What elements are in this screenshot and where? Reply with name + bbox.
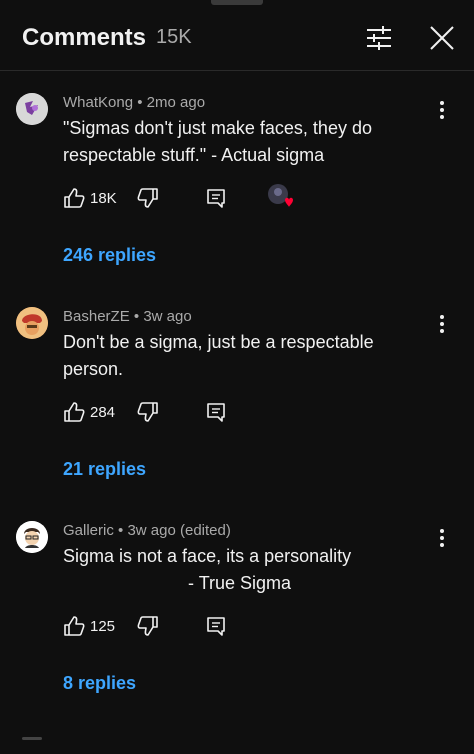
comment-count: 15K [156,26,192,48]
comment-author[interactable]: BasherZE [63,308,130,325]
creator-heart-icon [268,184,293,207]
more-vert-icon [440,315,444,333]
dislike-icon[interactable] [137,401,159,423]
comment-text: Sigma is not a face, its a personality -… [63,546,352,593]
reply-icon[interactable] [205,187,227,209]
like-count: 284 [90,404,116,421]
comment-meta: Galleric • 3w ago (edited) [63,522,231,539]
more-vert-icon [440,101,444,119]
more-options-button[interactable] [432,526,452,550]
like-count: 18K [90,190,117,207]
comment-author[interactable]: WhatKong [63,94,133,111]
like-icon[interactable] [63,615,85,637]
comment-time: 2mo ago [146,94,206,111]
more-options-button[interactable] [432,98,452,122]
avatar-image [16,93,48,125]
view-replies-button[interactable]: 246 replies [63,245,156,266]
avatar[interactable] [16,93,48,125]
reply-icon[interactable] [205,615,227,637]
meta-separator: • [137,94,143,111]
avatar[interactable] [16,521,48,553]
comment-text: "Sigmas don't just make faces, they do r… [63,118,372,165]
meta-separator: • [133,308,140,325]
filter-button[interactable] [364,24,394,52]
close-icon [430,26,454,50]
panel-title: Comments [22,24,147,51]
meta-separator: • [118,522,124,539]
comment-time: 3w ago (edited) [127,522,231,539]
like-icon[interactable] [63,401,85,423]
comment-actions: 125 [63,615,243,639]
avatar[interactable] [16,307,48,339]
dislike-icon[interactable] [137,187,159,209]
view-replies-button[interactable]: 21 replies [63,459,146,480]
comment-actions: 284 [63,401,243,425]
like-count: 125 [90,618,116,635]
sliders-icon [367,26,391,50]
comment-author[interactable]: Galleric [63,522,114,539]
reply-icon[interactable] [205,401,227,423]
comment-actions: 18K [63,184,303,211]
avatar-image [16,307,48,339]
like-icon[interactable] [63,187,85,209]
comment-meta: BasherZE • 3w ago [63,308,192,325]
next-comment-peek [22,737,42,740]
more-vert-icon [440,529,444,547]
comments-header: Comments 15K [0,0,474,71]
comment-time: 3w ago [143,308,192,325]
close-button[interactable] [428,24,456,52]
comment-text: Don't be a sigma, just be a respectable … [63,332,374,379]
avatar-image [16,521,48,553]
dislike-icon[interactable] [137,615,159,637]
more-options-button[interactable] [432,312,452,336]
view-replies-button[interactable]: 8 replies [63,673,136,694]
comment-meta: WhatKong • 2mo ago [63,94,205,111]
